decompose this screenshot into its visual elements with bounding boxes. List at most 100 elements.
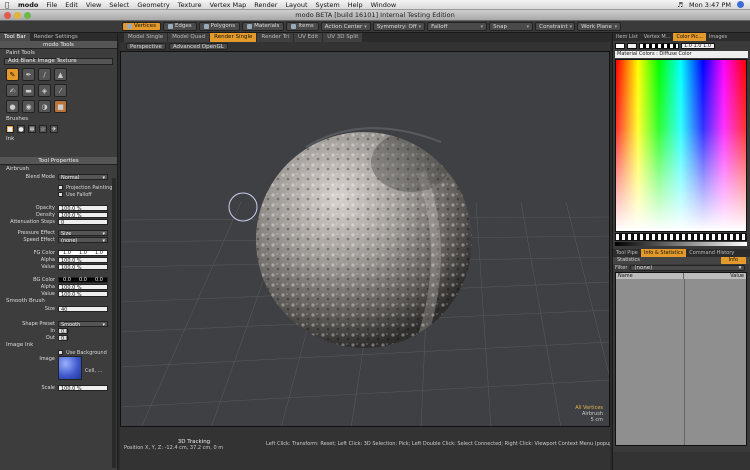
- tab-uv-edit[interactable]: UV Edit: [294, 33, 323, 42]
- brush-tool-button[interactable]: ∕: [38, 68, 51, 81]
- fill-tool-button[interactable]: ▲: [54, 68, 67, 81]
- scale-field[interactable]: 100.0 %: [58, 384, 108, 392]
- left-panel-scrollbar[interactable]: [112, 178, 116, 468]
- clock[interactable]: Mon 3:47 PM: [689, 1, 731, 9]
- menu-select[interactable]: Select: [105, 1, 133, 9]
- density-field[interactable]: 100.0 %: [58, 211, 108, 219]
- tab-tool-pipe[interactable]: Tool Pipe: [613, 249, 641, 257]
- mode-polygons-button[interactable]: Polygons: [198, 22, 241, 31]
- mode-materials-button[interactable]: Materials: [242, 22, 285, 31]
- soft-brush-icon[interactable]: ✻: [28, 125, 36, 133]
- menu-texture[interactable]: Texture: [174, 1, 206, 9]
- bg-color-field[interactable]: 0.0 0.0 0.0: [58, 276, 108, 283]
- use-background-checkbox[interactable]: Use Background: [0, 349, 117, 356]
- value-gradient-strip[interactable]: [615, 242, 747, 246]
- spotlight-icon[interactable]: [737, 1, 744, 8]
- pressure-select[interactable]: Size ▾: [58, 229, 108, 237]
- custom-brush-icon[interactable]: ✈: [50, 125, 58, 133]
- tab-images[interactable]: Images: [706, 33, 730, 41]
- tab-item-list[interactable]: Item List: [613, 33, 641, 41]
- menu-system[interactable]: System: [312, 1, 344, 9]
- menu-help[interactable]: Help: [344, 1, 367, 9]
- menu-render[interactable]: Render: [250, 1, 281, 9]
- menu-file[interactable]: File: [42, 1, 61, 9]
- tab-model-single[interactable]: Model Single: [124, 33, 168, 42]
- opacity-field[interactable]: 100.0 %: [58, 204, 108, 212]
- tab-uv-3d-split[interactable]: UV 3D Split: [323, 33, 363, 42]
- menu-vertex-map[interactable]: Vertex Map: [206, 1, 251, 9]
- close-button[interactable]: [4, 12, 11, 19]
- symmetry-dropdown[interactable]: Symmetry: Off ▾: [372, 22, 426, 31]
- gradient-tool-button[interactable]: ▬: [22, 84, 35, 97]
- rgb-value-field[interactable]: 1.0 1.0 1.0: [681, 43, 715, 49]
- sharpen-tool-button[interactable]: ◉: [22, 100, 35, 113]
- menu-layout[interactable]: Layout: [281, 1, 311, 9]
- blur-tool-button[interactable]: ●: [6, 100, 19, 113]
- constraint-dropdown[interactable]: Constraint ▾: [535, 22, 576, 31]
- blend-mode-select[interactable]: Normal ▾: [58, 173, 108, 181]
- view-type-dropdown[interactable]: Perspective: [126, 43, 166, 50]
- tab-command-history[interactable]: Command History: [686, 249, 737, 257]
- out-field[interactable]: 0.0: [58, 334, 69, 342]
- shading-dropdown[interactable]: Advanced OpenGL: [168, 43, 228, 50]
- eyedropper-tool-button[interactable]: ⁄: [54, 84, 67, 97]
- ink-area: [0, 143, 117, 157]
- 3d-viewport[interactable]: All Vertices Airbrush 5 cm: [120, 51, 610, 427]
- dodge-tool-button[interactable]: ◑: [38, 100, 51, 113]
- bg-value-field[interactable]: 100.0 %: [58, 290, 108, 298]
- tab-render-tri[interactable]: Render Tri: [257, 33, 294, 42]
- tab-vertex-map[interactable]: Vertex M...: [641, 33, 674, 41]
- menu-app[interactable]: modo: [14, 1, 42, 9]
- add-blank-image-button[interactable]: Add Blank Image Texture: [4, 58, 113, 65]
- filter-dropdown[interactable]: (none) ▾: [630, 264, 746, 271]
- menu-geometry[interactable]: Geometry: [133, 1, 173, 9]
- work-plane-dropdown[interactable]: Work Plane ▾: [577, 22, 622, 31]
- fg-alpha-field[interactable]: 100.0 %: [58, 256, 108, 264]
- tab-model-quad[interactable]: Model Quad: [168, 33, 210, 42]
- tab-render-settings[interactable]: Render Settings: [30, 33, 82, 41]
- apple-icon[interactable]: : [0, 1, 14, 9]
- menu-window[interactable]: Window: [367, 1, 401, 9]
- snap-dropdown[interactable]: Snap ▾: [489, 22, 534, 31]
- tab-info-statistics[interactable]: Info & Statistics: [640, 249, 687, 257]
- color-spectrum[interactable]: [615, 59, 747, 232]
- in-field[interactable]: 0.0: [58, 327, 69, 335]
- mode-items-button[interactable]: Items: [286, 22, 319, 31]
- name-column-header[interactable]: Name: [616, 273, 684, 279]
- size-field[interactable]: 40: [58, 305, 108, 313]
- smudge-tool-button[interactable]: ✍: [6, 84, 19, 97]
- mode-vertices-button[interactable]: Vertices: [122, 22, 161, 31]
- attenuation-field[interactable]: 0: [58, 218, 108, 226]
- falloff-dropdown[interactable]: Falloff ▾: [427, 22, 488, 31]
- burn-tool-button[interactable]: ■: [54, 100, 67, 113]
- shape-preset-select[interactable]: Smooth ▾: [58, 320, 108, 328]
- menu-view[interactable]: View: [82, 1, 105, 9]
- image-thumbnail[interactable]: [58, 356, 82, 380]
- previous-color-swatch[interactable]: [627, 43, 637, 49]
- round-brush-icon[interactable]: ●: [17, 125, 25, 133]
- speed-select[interactable]: (none) ▾: [58, 236, 108, 244]
- projection-painting-checkbox[interactable]: Projection Painting: [0, 184, 117, 191]
- bg-alpha-field[interactable]: 100.0 %: [58, 283, 108, 291]
- tab-tool-bar[interactable]: Tool Bar: [0, 33, 30, 41]
- tab-color-picker[interactable]: Color Pic...: [673, 33, 706, 41]
- use-falloff-checkbox[interactable]: Use Falloff: [0, 191, 117, 198]
- clone-tool-button[interactable]: ◈: [38, 84, 51, 97]
- value-column-header[interactable]: Value: [684, 273, 746, 279]
- tab-render-single[interactable]: Render Single: [210, 33, 257, 42]
- volume-icon[interactable]: ♬: [677, 1, 683, 9]
- fg-color-field[interactable]: 1.0 1.0 1.0: [58, 249, 108, 256]
- menu-edit[interactable]: Edit: [61, 1, 82, 9]
- fg-value-field[interactable]: 100.0 %: [58, 263, 108, 271]
- action-center-dropdown[interactable]: Action Center ▾: [320, 22, 371, 31]
- zoom-button[interactable]: [24, 12, 31, 19]
- airbrush-tool-button[interactable]: ✎: [6, 68, 19, 81]
- minimize-button[interactable]: [14, 12, 21, 19]
- pen-tool-button[interactable]: ✒: [22, 68, 35, 81]
- current-color-swatch[interactable]: [615, 43, 625, 49]
- info-badge[interactable]: Info: [720, 257, 746, 264]
- square-brush-icon[interactable]: ■: [6, 125, 14, 133]
- mode-edges-button[interactable]: Edges: [162, 22, 197, 31]
- star-brush-icon[interactable]: ☆: [39, 125, 47, 133]
- gray-swatch-strip[interactable]: [615, 233, 747, 241]
